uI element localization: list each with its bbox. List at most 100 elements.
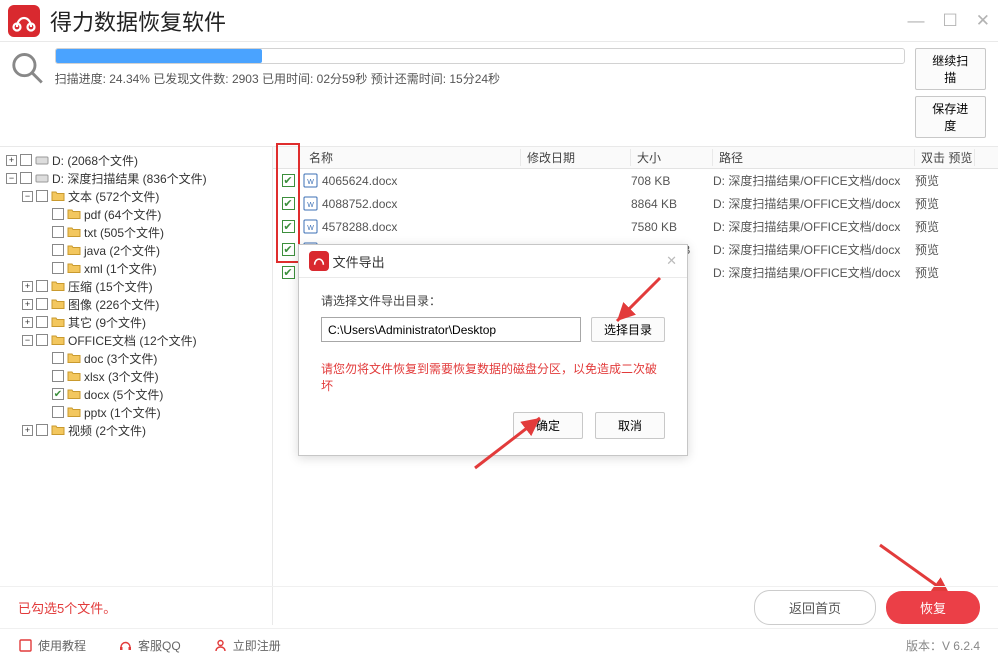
choose-dir-button[interactable]: 选择目录 bbox=[591, 317, 665, 342]
expand-toggle[interactable]: + bbox=[22, 425, 33, 436]
svg-text:W: W bbox=[307, 225, 314, 232]
scan-status-text: 扫描进度: 24.34% 已发现文件数: 2903 已用时间: 02分59秒 预… bbox=[55, 70, 905, 87]
drive-icon bbox=[35, 171, 49, 185]
tree-label: docx (5个文件) bbox=[84, 386, 163, 403]
tree-label: doc (3个文件) bbox=[84, 350, 157, 367]
footer-actions: 已勾选5个文件。 返回首页 恢复 bbox=[0, 586, 998, 628]
tree-label: 其它 (9个文件) bbox=[68, 314, 146, 331]
export-dialog: 文件导出 ✕ 请选择文件导出目录： 选择目录 请您勿将文件恢复到需要恢复数据的磁… bbox=[298, 244, 688, 456]
save-progress-button[interactable]: 保存进度 bbox=[915, 96, 986, 138]
folder-icon bbox=[51, 333, 65, 347]
tree-checkbox[interactable] bbox=[36, 190, 48, 202]
tree-checkbox[interactable] bbox=[20, 172, 32, 184]
dialog-close-button[interactable]: ✕ bbox=[666, 253, 677, 269]
file-size: 8864 KB bbox=[631, 197, 713, 211]
expand-toggle[interactable]: + bbox=[22, 299, 33, 310]
preview-link[interactable]: 预览 bbox=[915, 241, 975, 258]
file-size: 708 KB bbox=[631, 174, 713, 188]
expand-toggle[interactable]: − bbox=[22, 191, 33, 202]
expand-toggle[interactable]: + bbox=[22, 317, 33, 328]
version-text: 版本：V 6.2.4 bbox=[906, 637, 980, 654]
table-row[interactable]: ✔ W 4088752.docx 8864 KB D: 深度扫描结果/OFFICE… bbox=[273, 192, 998, 215]
tree-label: 压缩 (15个文件) bbox=[68, 278, 153, 295]
back-home-button[interactable]: 返回首页 bbox=[754, 590, 876, 625]
dialog-cancel-button[interactable]: 取消 bbox=[595, 412, 665, 439]
file-path: D: 深度扫描结果/OFFICE文档/docx bbox=[713, 241, 915, 258]
tree-checkbox[interactable] bbox=[36, 316, 48, 328]
file-name: 4578288.docx bbox=[322, 220, 397, 234]
tree-label: xlsx (3个文件) bbox=[84, 368, 159, 385]
export-path-input[interactable] bbox=[321, 317, 581, 342]
tree-label: 图像 (226个文件) bbox=[68, 296, 159, 313]
svg-text:W: W bbox=[307, 202, 314, 209]
tree-checkbox[interactable] bbox=[52, 370, 64, 382]
file-path: D: 深度扫描结果/OFFICE文档/docx bbox=[713, 172, 915, 189]
col-path[interactable]: 路径 bbox=[713, 149, 915, 166]
col-size[interactable]: 大小 bbox=[631, 149, 713, 166]
expand-toggle[interactable]: − bbox=[22, 335, 33, 346]
tutorial-link[interactable]: 使用教程 bbox=[18, 637, 86, 654]
maximize-button[interactable]: ☐ bbox=[943, 11, 958, 31]
preview-link[interactable]: 预览 bbox=[915, 218, 975, 235]
col-date[interactable]: 修改日期 bbox=[521, 149, 631, 166]
col-name[interactable]: 名称 bbox=[303, 149, 521, 166]
tree-checkbox[interactable] bbox=[52, 208, 64, 220]
table-row[interactable]: ✔ W4578288.docx 7580 KB D: 深度扫描结果/OFFICE… bbox=[273, 215, 998, 238]
dialog-warning: 请您勿将文件恢复到需要恢复数据的磁盘分区，以免造成二次破坏 bbox=[321, 360, 665, 394]
scan-bar: 扫描进度: 24.34% 已发现文件数: 2903 已用时间: 02分59秒 预… bbox=[0, 42, 998, 147]
dialog-label: 请选择文件导出目录： bbox=[321, 292, 665, 309]
folder-tree[interactable]: +D: (2068个文件) −D: 深度扫描结果 (836个文件) −文本 (5… bbox=[0, 147, 272, 625]
folder-icon bbox=[67, 225, 81, 239]
row-checkbox[interactable]: ✔ bbox=[282, 243, 295, 256]
tree-checkbox[interactable] bbox=[36, 334, 48, 346]
folder-icon bbox=[51, 315, 65, 329]
close-button[interactable]: ✕ bbox=[976, 11, 990, 31]
row-checkbox[interactable]: ✔ bbox=[282, 197, 295, 210]
file-path: D: 深度扫描结果/OFFICE文档/docx bbox=[713, 195, 915, 212]
minimize-button[interactable]: — bbox=[908, 11, 925, 31]
tree-checkbox[interactable] bbox=[52, 406, 64, 418]
titlebar: 得力数据恢复软件 — ☐ ✕ bbox=[0, 0, 998, 42]
tree-checkbox[interactable]: ✔ bbox=[52, 388, 64, 400]
qq-link[interactable]: 客服QQ bbox=[118, 637, 181, 654]
tree-checkbox[interactable] bbox=[52, 244, 64, 256]
tree-checkbox[interactable] bbox=[52, 262, 64, 274]
app-logo-small bbox=[309, 251, 329, 271]
preview-link[interactable]: 预览 bbox=[915, 172, 975, 189]
docx-icon: W bbox=[303, 173, 318, 188]
preview-link[interactable]: 预览 bbox=[915, 195, 975, 212]
file-name: 4088752.docx bbox=[322, 197, 397, 211]
recover-button[interactable]: 恢复 bbox=[886, 591, 980, 624]
preview-link[interactable]: 预览 bbox=[915, 264, 975, 281]
tree-checkbox[interactable] bbox=[36, 424, 48, 436]
tree-checkbox[interactable] bbox=[20, 154, 32, 166]
tree-label: OFFICE文档 (12个文件) bbox=[68, 332, 197, 349]
svg-text:W: W bbox=[307, 179, 314, 186]
col-preview[interactable]: 双击 预览 bbox=[915, 149, 975, 166]
register-link[interactable]: 立即注册 bbox=[213, 637, 281, 654]
tree-checkbox[interactable] bbox=[36, 298, 48, 310]
search-icon bbox=[8, 48, 47, 88]
continue-scan-button[interactable]: 继续扫描 bbox=[915, 48, 986, 90]
tree-label: 视频 (2个文件) bbox=[68, 422, 146, 439]
tree-checkbox[interactable] bbox=[52, 352, 64, 364]
file-path: D: 深度扫描结果/OFFICE文档/docx bbox=[713, 264, 915, 281]
tree-checkbox[interactable] bbox=[52, 226, 64, 238]
expand-toggle[interactable]: − bbox=[6, 173, 17, 184]
folder-icon bbox=[51, 189, 65, 203]
app-logo bbox=[8, 5, 40, 37]
folder-icon bbox=[67, 387, 81, 401]
footer-links: 使用教程 客服QQ 立即注册 版本：V 6.2.4 bbox=[0, 628, 998, 662]
expand-toggle[interactable]: + bbox=[22, 281, 33, 292]
folder-icon bbox=[67, 351, 81, 365]
tree-checkbox[interactable] bbox=[36, 280, 48, 292]
expand-toggle[interactable]: + bbox=[6, 155, 17, 166]
tree-label: java (2个文件) bbox=[84, 242, 160, 259]
row-checkbox[interactable]: ✔ bbox=[282, 220, 295, 233]
table-row[interactable]: ✔ W4065624.docx 708 KB D: 深度扫描结果/OFFICE文… bbox=[273, 169, 998, 192]
dialog-ok-button[interactable]: 确定 bbox=[513, 412, 583, 439]
row-checkbox[interactable]: ✔ bbox=[282, 266, 295, 279]
file-path: D: 深度扫描结果/OFFICE文档/docx bbox=[713, 218, 915, 235]
tree-label: 文本 (572个文件) bbox=[68, 188, 159, 205]
row-checkbox[interactable]: ✔ bbox=[282, 174, 295, 187]
